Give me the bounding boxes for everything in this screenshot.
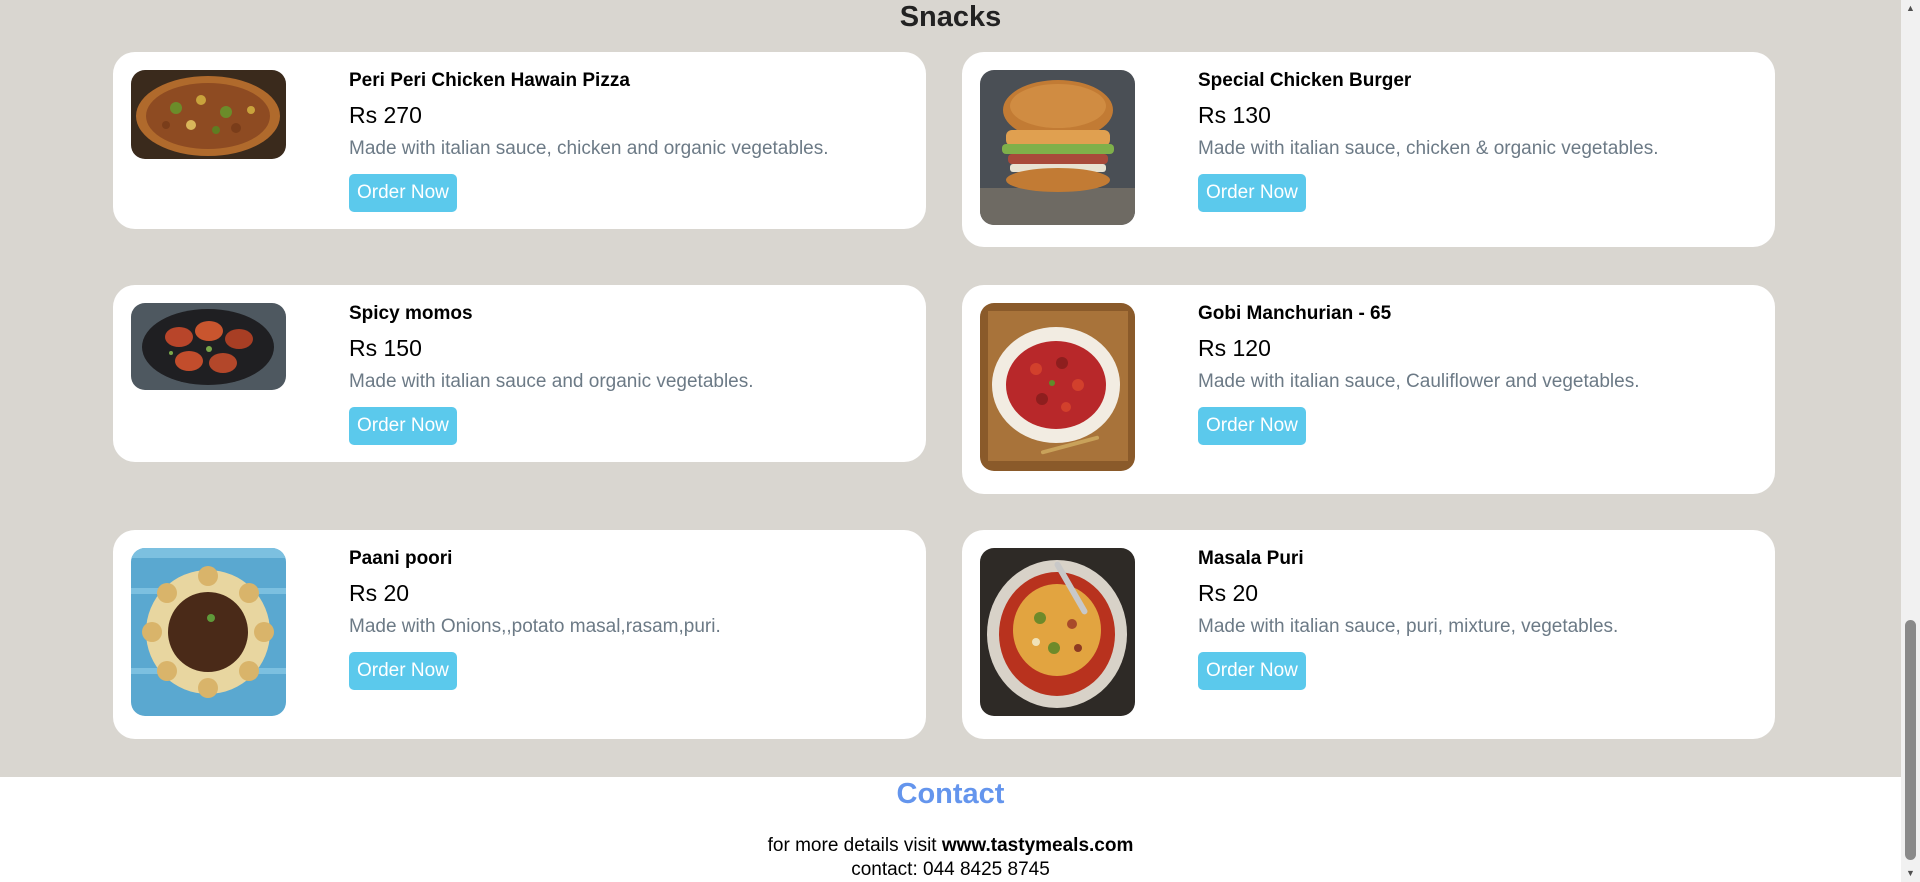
- scrollbar-thumb[interactable]: [1905, 620, 1916, 860]
- order-now-button[interactable]: Order Now: [1198, 407, 1306, 445]
- item-price: Rs 150: [349, 335, 422, 361]
- order-now-button[interactable]: Order Now: [349, 174, 457, 212]
- pizza-image: [131, 70, 286, 159]
- item-name: Masala Puri: [1198, 548, 1304, 569]
- menu-card: Masala Puri Rs 20 Made with italian sauc…: [962, 530, 1775, 739]
- menu-card: Peri Peri Chicken Hawain Pizza Rs 270 Ma…: [113, 52, 926, 229]
- burger-image: [980, 70, 1135, 225]
- contact-section: Contact for more details visit www.tasty…: [0, 777, 1901, 882]
- item-name: Peri Peri Chicken Hawain Pizza: [349, 70, 630, 91]
- momos-image: [131, 303, 286, 390]
- menu-card: Spicy momos Rs 150 Made with italian sau…: [113, 285, 926, 462]
- order-now-button[interactable]: Order Now: [349, 652, 457, 690]
- vertical-scrollbar[interactable]: ▲ ▼: [1901, 0, 1920, 882]
- menu-card: Paani poori Rs 20 Made with Onions,,pota…: [113, 530, 926, 739]
- gobi-manchurian-image: [980, 303, 1135, 471]
- item-description: Made with italian sauce and organic vege…: [349, 371, 754, 392]
- page: Snacks Peri Peri Chicken Hawain Pizza Rs…: [0, 0, 1901, 882]
- menu-card: Gobi Manchurian - 65 Rs 120 Made with it…: [962, 285, 1775, 494]
- masala-puri-image: [980, 548, 1135, 716]
- section-title: Snacks: [899, 1, 1002, 33]
- menu-card-info: Paani poori Rs 20 Made with Onions,,pota…: [349, 548, 906, 690]
- contact-title: Contact: [896, 778, 1005, 810]
- item-description: Made with italian sauce, chicken & organ…: [1198, 138, 1659, 159]
- item-price: Rs 120: [1198, 335, 1271, 361]
- scroll-down-arrow-icon[interactable]: ▼: [1901, 865, 1920, 882]
- contact-phone: contact: 044 8425 8745: [851, 859, 1050, 880]
- item-name: Spicy momos: [349, 303, 473, 324]
- item-price: Rs 20: [349, 580, 410, 606]
- item-name: Paani poori: [349, 548, 453, 569]
- item-price: Rs 270: [349, 102, 422, 128]
- item-price: Rs 20: [1198, 580, 1259, 606]
- contact-details-line: for more details visit www.tastymeals.co…: [0, 835, 1901, 857]
- item-description: Made with Onions,,potato masal,rasam,pur…: [349, 616, 721, 637]
- item-description: Made with italian sauce, puri, mixture, …: [1198, 616, 1619, 637]
- item-name: Special Chicken Burger: [1198, 70, 1412, 91]
- order-now-button[interactable]: Order Now: [349, 407, 457, 445]
- contact-details-prefix: for more details visit: [767, 835, 942, 856]
- snacks-section: Snacks Peri Peri Chicken Hawain Pizza Rs…: [0, 0, 1901, 777]
- menu-card-info: Gobi Manchurian - 65 Rs 120 Made with it…: [1198, 303, 1755, 445]
- menu-card-info: Special Chicken Burger Rs 130 Made with …: [1198, 70, 1755, 212]
- paani-poori-image: [131, 548, 286, 716]
- order-now-button[interactable]: Order Now: [1198, 652, 1306, 690]
- scroll-up-arrow-icon[interactable]: ▲: [1901, 0, 1920, 17]
- item-description: Made with italian sauce, Cauliflower and…: [1198, 371, 1640, 392]
- menu-card-info: Spicy momos Rs 150 Made with italian sau…: [349, 303, 906, 445]
- menu-card: Special Chicken Burger Rs 130 Made with …: [962, 52, 1775, 247]
- item-description: Made with italian sauce, chicken and org…: [349, 138, 829, 159]
- website-link[interactable]: www.tastymeals.com: [942, 835, 1133, 856]
- item-name: Gobi Manchurian - 65: [1198, 303, 1392, 324]
- menu-card-info: Masala Puri Rs 20 Made with italian sauc…: [1198, 548, 1755, 690]
- item-price: Rs 130: [1198, 102, 1271, 128]
- order-now-button[interactable]: Order Now: [1198, 174, 1306, 212]
- menu-card-info: Peri Peri Chicken Hawain Pizza Rs 270 Ma…: [349, 70, 906, 212]
